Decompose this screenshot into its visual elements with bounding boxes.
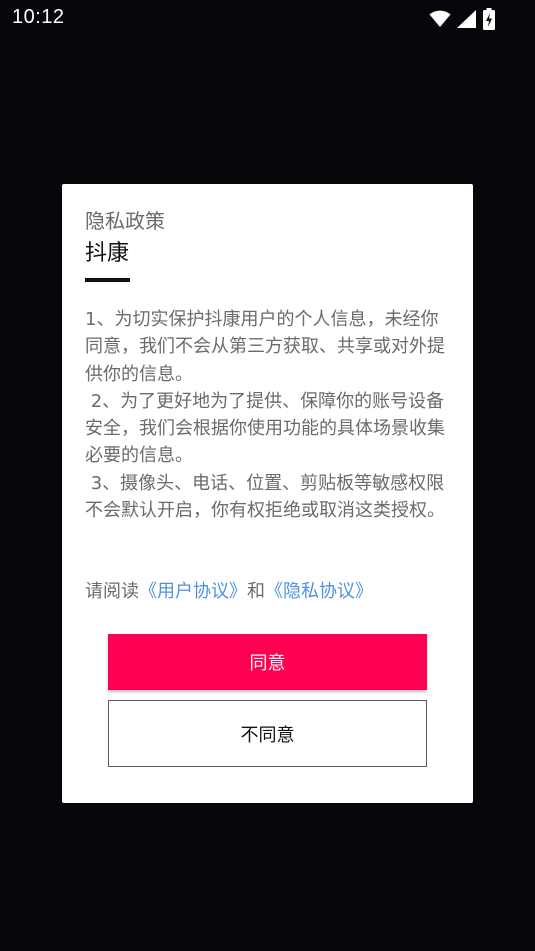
disagree-button[interactable]: 不同意	[108, 700, 427, 767]
privacy-policy-dialog: 隐私政策 抖康 1、为切实保护抖康用户的个人信息，未经你同意，我们不会从第三方获…	[62, 184, 473, 803]
app-name-underline	[85, 278, 130, 282]
privacy-agreement-link[interactable]: 《隐私协议》	[265, 581, 373, 602]
and-text: 和	[247, 581, 265, 602]
agreement-links-line: 请阅读《用户协议》和《隐私协议》	[85, 579, 373, 605]
wifi-icon	[429, 10, 451, 27]
app-name: 抖康	[85, 241, 130, 266]
agree-button[interactable]: 同意	[108, 634, 427, 690]
status-time: 10:12	[12, 6, 65, 28]
battery-charging-icon	[483, 8, 495, 30]
cell-signal-icon	[457, 10, 476, 28]
status-bar: 10:12	[0, 0, 535, 38]
user-agreement-link[interactable]: 《用户协议》	[139, 581, 247, 602]
status-icons	[429, 8, 495, 30]
policy-paragraph-1: 1、为切实保护抖康用户的个人信息，未经你同意，我们不会从第三方获取、共享或对外提…	[85, 309, 445, 385]
dialog-title: 隐私政策	[85, 209, 165, 233]
policy-paragraph-3: 3、摄像头、电话、位置、剪贴板等敏感权限不会默认开启，你有权拒绝或取消这类授权。	[85, 472, 445, 522]
policy-text: 1、为切实保护抖康用户的个人信息，未经你同意，我们不会从第三方获取、共享或对外提…	[85, 306, 453, 524]
read-prefix: 请阅读	[85, 581, 139, 602]
policy-paragraph-2: 2、为了更好地为了提供、保障你的账号设备安全，我们会根据你使用功能的具体场景收集…	[85, 390, 445, 467]
